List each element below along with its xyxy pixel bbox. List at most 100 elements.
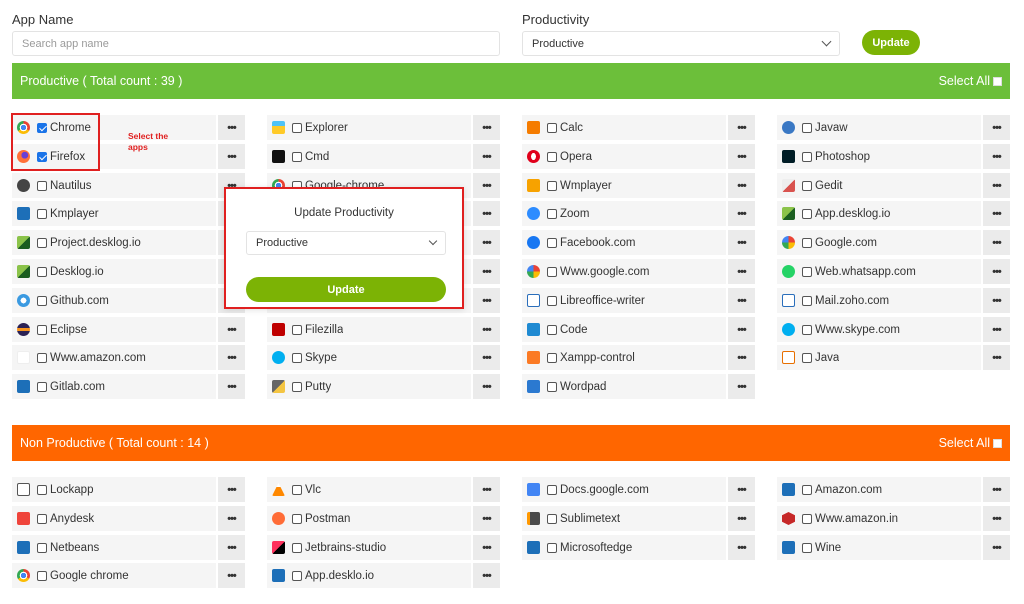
app-row[interactable]: Zoom •••	[522, 201, 755, 226]
more-options-button[interactable]: •••	[726, 259, 755, 284]
app-row[interactable]: Gedit •••	[777, 173, 1010, 198]
app-row[interactable]: Netbeans •••	[12, 535, 245, 560]
app-checkbox[interactable]	[37, 513, 47, 524]
more-options-button[interactable]: •••	[216, 374, 245, 399]
more-options-button[interactable]: •••	[981, 201, 1010, 226]
app-checkbox[interactable]	[547, 324, 557, 335]
more-options-button[interactable]: •••	[471, 477, 500, 502]
non-productive-select-all[interactable]: Select All	[939, 436, 1002, 450]
more-options-button[interactable]: •••	[216, 345, 245, 370]
app-checkbox[interactable]	[37, 295, 47, 306]
app-row[interactable]: Photoshop •••	[777, 144, 1010, 169]
app-row[interactable]: Xampp-control •••	[522, 345, 755, 370]
app-checkbox[interactable]	[547, 266, 557, 277]
app-row[interactable]: Www.skype.com •••	[777, 317, 1010, 342]
more-options-button[interactable]: •••	[726, 506, 755, 531]
more-options-button[interactable]: •••	[726, 115, 755, 140]
app-row[interactable]: Calc •••	[522, 115, 755, 140]
app-checkbox[interactable]	[547, 208, 557, 219]
more-options-button[interactable]: •••	[726, 345, 755, 370]
app-checkbox[interactable]	[802, 151, 812, 162]
app-checkbox[interactable]	[292, 381, 302, 392]
more-options-button[interactable]: •••	[216, 477, 245, 502]
app-row[interactable]: Www.google.com •••	[522, 259, 755, 284]
more-options-button[interactable]: •••	[216, 144, 245, 169]
app-checkbox[interactable]	[37, 237, 47, 248]
more-options-button[interactable]: •••	[216, 535, 245, 560]
more-options-button[interactable]: •••	[726, 201, 755, 226]
app-checkbox[interactable]	[547, 237, 557, 248]
modal-update-button[interactable]: Update	[246, 277, 446, 302]
productive-select-all[interactable]: Select All	[939, 74, 1002, 88]
more-options-button[interactable]: •••	[981, 173, 1010, 198]
more-options-button[interactable]: •••	[471, 317, 500, 342]
more-options-button[interactable]: •••	[726, 230, 755, 255]
app-row[interactable]: Vlc •••	[267, 477, 500, 502]
app-row[interactable]: Eclipse •••	[12, 317, 245, 342]
app-checkbox[interactable]	[37, 381, 47, 392]
more-options-button[interactable]: •••	[981, 535, 1010, 560]
app-row[interactable]: Wine •••	[777, 535, 1010, 560]
app-row[interactable]: Code •••	[522, 317, 755, 342]
app-row[interactable]: Anydesk •••	[12, 506, 245, 531]
more-options-button[interactable]: •••	[471, 506, 500, 531]
app-checkbox[interactable]	[547, 180, 557, 191]
app-checkbox[interactable]	[802, 122, 812, 133]
app-checkbox[interactable]	[292, 570, 302, 581]
app-checkbox[interactable]	[292, 484, 302, 495]
app-row[interactable]: Google chrome •••	[12, 563, 245, 588]
app-row[interactable]: Gitlab.com •••	[12, 374, 245, 399]
app-checkbox[interactable]	[37, 324, 47, 335]
more-options-button[interactable]: •••	[471, 230, 500, 255]
app-row[interactable]: Facebook.com •••	[522, 230, 755, 255]
app-checkbox[interactable]	[37, 208, 47, 219]
more-options-button[interactable]: •••	[726, 173, 755, 198]
more-options-button[interactable]: •••	[726, 317, 755, 342]
app-row[interactable]: Skype •••	[267, 345, 500, 370]
app-row[interactable]: Libreoffice-writer •••	[522, 288, 755, 313]
app-checkbox[interactable]	[292, 122, 302, 133]
app-row[interactable]: App.desklog.io •••	[777, 201, 1010, 226]
app-row[interactable]: Wordpad •••	[522, 374, 755, 399]
app-checkbox[interactable]	[547, 295, 557, 306]
more-options-button[interactable]: •••	[471, 259, 500, 284]
select-all-checkbox[interactable]	[993, 76, 1002, 86]
more-options-button[interactable]: •••	[981, 144, 1010, 169]
more-options-button[interactable]: •••	[471, 144, 500, 169]
more-options-button[interactable]: •••	[726, 374, 755, 399]
more-options-button[interactable]: •••	[981, 345, 1010, 370]
productivity-select[interactable]: Productive	[522, 31, 840, 56]
search-input[interactable]	[12, 31, 500, 56]
app-row[interactable]: Filezilla •••	[267, 317, 500, 342]
app-row[interactable]: Opera •••	[522, 144, 755, 169]
app-checkbox[interactable]	[292, 513, 302, 524]
more-options-button[interactable]: •••	[981, 477, 1010, 502]
app-checkbox[interactable]	[547, 542, 557, 553]
more-options-button[interactable]: •••	[471, 374, 500, 399]
app-row[interactable]: Jetbrains-studio •••	[267, 535, 500, 560]
more-options-button[interactable]: •••	[216, 506, 245, 531]
app-checkbox[interactable]	[802, 352, 812, 363]
app-row[interactable]: Java •••	[777, 345, 1010, 370]
app-row[interactable]: Nautilus •••	[12, 173, 245, 198]
app-checkbox[interactable]	[37, 266, 47, 277]
app-row[interactable]: Lockapp •••	[12, 477, 245, 502]
app-checkbox[interactable]	[802, 180, 812, 191]
more-options-button[interactable]: •••	[981, 259, 1010, 284]
app-row[interactable]: Sublimetext •••	[522, 506, 755, 531]
app-checkbox[interactable]	[37, 180, 47, 191]
more-options-button[interactable]: •••	[216, 115, 245, 140]
app-row[interactable]: Wmplayer •••	[522, 173, 755, 198]
more-options-button[interactable]: •••	[726, 477, 755, 502]
more-options-button[interactable]: •••	[471, 288, 500, 313]
app-row[interactable]: Postman •••	[267, 506, 500, 531]
app-checkbox[interactable]	[547, 513, 557, 524]
app-checkbox[interactable]	[802, 266, 812, 277]
app-checkbox[interactable]	[802, 513, 812, 524]
modal-productivity-select[interactable]: Productive	[246, 231, 446, 255]
more-options-button[interactable]: •••	[471, 345, 500, 370]
app-checkbox[interactable]	[802, 237, 812, 248]
more-options-button[interactable]: •••	[471, 535, 500, 560]
more-options-button[interactable]: •••	[216, 563, 245, 588]
more-options-button[interactable]: •••	[726, 535, 755, 560]
